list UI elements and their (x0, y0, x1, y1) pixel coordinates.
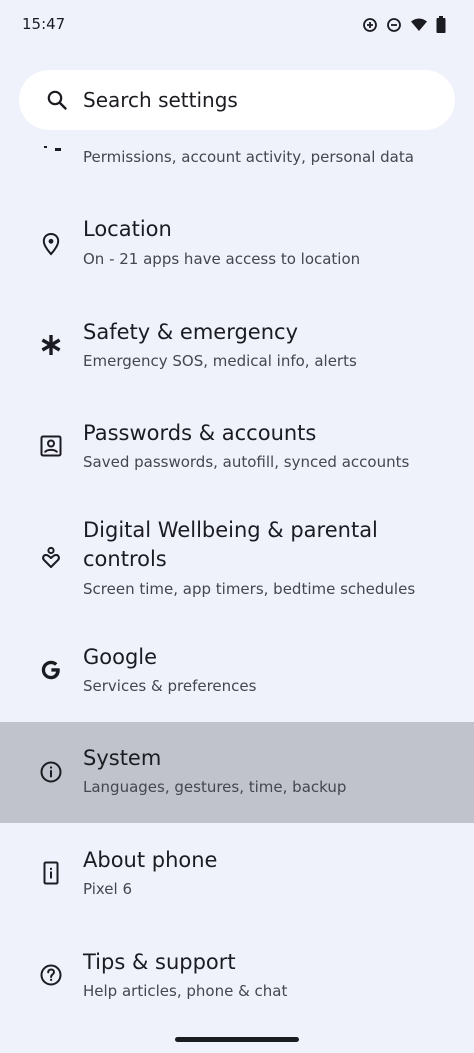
settings-item-tips-support[interactable]: Tips & support Help articles, phone & ch… (0, 924, 474, 1025)
settings-item-subtitle: Saved passwords, autofill, synced accoun… (83, 453, 410, 471)
battery-icon (436, 16, 446, 33)
search-icon (47, 90, 67, 110)
settings-item-subtitle: Languages, gestures, time, backup (83, 778, 347, 796)
do-not-disturb-icon (387, 17, 401, 32)
settings-item-about-phone[interactable]: About phone Pixel 6 (0, 823, 474, 924)
settings-item-subtitle: Help articles, phone & chat (83, 982, 288, 1000)
data-saver-icon (363, 17, 377, 32)
status-bar: 15:47 (0, 0, 474, 52)
help-icon (38, 962, 64, 988)
search-placeholder: Search settings (83, 88, 238, 112)
settings-item-title: Digital Wellbeing & parental controls (83, 518, 378, 571)
settings-item-title: Google (83, 645, 158, 669)
settings-item-safety-emergency[interactable]: Safety & emergency Emergency SOS, medica… (0, 296, 474, 397)
settings-item-subtitle: Emergency SOS, medical info, alerts (83, 352, 357, 370)
privacy-icon (44, 146, 61, 151)
wellbeing-icon (38, 545, 64, 571)
asterisk-icon (38, 332, 64, 358)
settings-screen: 15:47 Search settings Permissions, accou… (0, 0, 474, 1053)
settings-item-digital-wellbeing[interactable]: Digital Wellbeing & parental controls Sc… (0, 498, 474, 629)
search-bar[interactable]: Search settings (19, 70, 455, 130)
settings-item-google[interactable]: Google Services & preferences (0, 621, 474, 722)
settings-item-title: Tips & support (83, 950, 236, 974)
settings-item-subtitle: Permissions, account activity, personal … (83, 148, 414, 166)
status-time: 15:47 (22, 15, 66, 33)
settings-item-title: Safety & emergency (83, 320, 298, 344)
settings-item-title: Location (83, 217, 172, 241)
status-icons (362, 16, 446, 33)
settings-item-subtitle: Pixel 6 (83, 880, 133, 898)
account-box-icon (38, 433, 64, 459)
wifi-icon (411, 18, 427, 31)
settings-item-subtitle: Screen time, app timers, bedtime schedul… (83, 580, 416, 598)
settings-item-privacy-partial[interactable]: Permissions, account activity, personal … (0, 130, 474, 174)
settings-item-passwords-accounts[interactable]: Passwords & accounts Saved passwords, au… (0, 397, 474, 498)
gesture-nav-handle[interactable] (175, 1037, 299, 1042)
location-pin-icon (38, 231, 64, 257)
google-icon (38, 657, 64, 683)
info-icon (38, 759, 64, 785)
settings-item-subtitle: On - 21 apps have access to location (83, 250, 361, 268)
settings-item-location[interactable]: Location On - 21 apps have access to loc… (0, 195, 474, 296)
phone-info-icon (38, 860, 64, 886)
settings-item-subtitle: Services & preferences (83, 677, 257, 695)
settings-item-title: About phone (83, 848, 218, 872)
settings-item-title: Passwords & accounts (83, 421, 317, 445)
settings-item-system[interactable]: System Languages, gestures, time, backup (0, 722, 474, 823)
settings-item-title: System (83, 746, 162, 770)
